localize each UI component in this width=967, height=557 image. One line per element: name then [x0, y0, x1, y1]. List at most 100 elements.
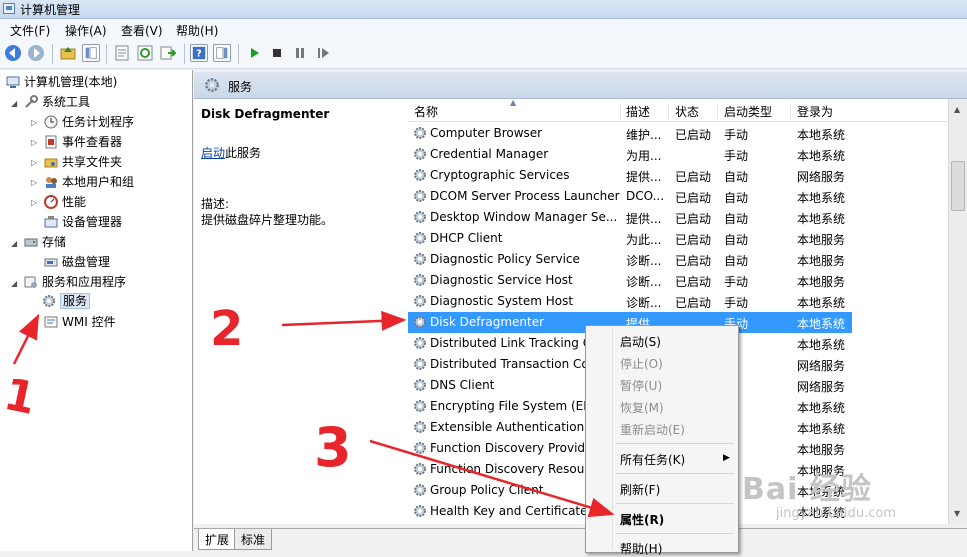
expand-arrow-icon[interactable]: ◢ [11, 279, 17, 288]
menu-view[interactable]: 查看(V) [121, 22, 163, 39]
cell-status: 已启动 [675, 296, 712, 310]
column-startup-type[interactable]: 启动类型 [724, 103, 791, 119]
table-row[interactable]: Diagnostic Policy Service 诊断... 已启动 自动 本地服务 [408, 249, 948, 270]
column-name[interactable]: 名称 [414, 103, 621, 119]
vertical-scrollbar[interactable]: ▲ ▼ [948, 99, 967, 524]
expand-arrow-icon[interactable]: ◢ [11, 239, 17, 248]
back-icon[interactable] [4, 44, 22, 62]
help-icon[interactable]: ? [190, 44, 208, 62]
table-row[interactable]: DCOM Server Process Launcher DCO... 已启动 自动 本… [408, 186, 948, 207]
collapse-arrow-icon[interactable]: ▷ [31, 138, 37, 147]
up-folder-icon[interactable] [59, 44, 77, 62]
menu-help[interactable]: 帮助(H) [176, 22, 218, 39]
collapse-arrow-icon[interactable]: ▷ [31, 158, 37, 167]
scrollbar-thumb[interactable] [951, 161, 965, 211]
tab-extended[interactable]: 扩展 [198, 529, 237, 550]
tree-item-services[interactable]: 服务 [42, 292, 91, 311]
expand-arrow-icon[interactable]: ◢ [11, 99, 17, 108]
menu-item-all-tasks[interactable]: 所有任务(K) [620, 451, 685, 468]
description-text: 提供磁盘碎片整理功能。 [201, 213, 334, 227]
menu-action[interactable]: 操作(A) [65, 22, 107, 39]
service-description-pane: Disk Defragmenter 启动此服务 描述: 提供磁盘碎片整理功能。 [194, 99, 408, 524]
tree-item-storage[interactable]: 存储 [24, 233, 66, 252]
cell-desc: 提供... [626, 170, 662, 184]
toolbar-separator [184, 44, 185, 64]
start-service-icon[interactable] [245, 44, 263, 62]
window-title: 计算机管理 [20, 3, 81, 17]
cell-status: 已启动 [675, 128, 712, 142]
tree-item-wmi-control[interactable]: WMI 控件 [44, 313, 116, 332]
export-list-icon[interactable] [159, 44, 177, 62]
tree-item-shared-folders[interactable]: 共享文件夹 [44, 153, 122, 172]
menu-item-properties[interactable]: 属性(R) [620, 511, 664, 528]
table-row[interactable]: Diagnostic Service Host 诊断... 已启动 手动 本地服务 [408, 270, 948, 291]
menu-separator [616, 443, 734, 444]
cell-logon: 本地系统 [797, 401, 846, 415]
baidu-watermark: Bai 经验 jingyan.baidu.com [742, 464, 967, 528]
table-row[interactable]: Computer Browser 维护... 已启动 手动 本地系统 [408, 123, 948, 144]
cell-logon: 本地系统 [797, 338, 846, 352]
cell-startup: 手动 [724, 275, 749, 289]
menu-file[interactable]: 文件(F) [10, 22, 50, 39]
table-row[interactable]: Desktop Window Manager Se... 提供... 已启动 自动 本地… [408, 207, 948, 228]
menu-item-stop[interactable]: 停止(O) [620, 355, 663, 372]
start-service-link[interactable]: 启动 [201, 146, 225, 160]
tree-item-performance[interactable]: 性能 [44, 193, 86, 212]
cell-status: 已启动 [675, 254, 712, 268]
menu-item-resume[interactable]: 恢复(M) [620, 399, 664, 416]
cell-desc: DCO... [626, 189, 665, 203]
tab-standard[interactable]: 标准 [234, 529, 273, 550]
table-row[interactable]: Diagnostic System Host 诊断... 已启动 手动 本地系统 [408, 291, 948, 312]
column-description[interactable]: 描述 [626, 103, 669, 119]
cell-startup: 手动 [724, 128, 749, 142]
gear-icon [414, 484, 426, 496]
menu-item-start[interactable]: 启动(S) [620, 333, 661, 350]
collapse-arrow-icon[interactable]: ▷ [31, 198, 37, 207]
start-service-line: 启动此服务 [201, 146, 262, 160]
collapse-arrow-icon[interactable]: ▷ [31, 118, 37, 127]
tree-item-event-viewer[interactable]: 事件查看器 [44, 133, 122, 152]
cell-name: DCOM Server Process Launcher [430, 189, 620, 203]
gear-icon [414, 463, 426, 475]
tree-item-system-tools[interactable]: 系统工具 [24, 93, 90, 112]
menu-item-refresh[interactable]: 刷新(F) [620, 481, 660, 498]
stop-service-icon[interactable] [268, 44, 286, 62]
properties-sheet-icon[interactable] [113, 44, 131, 62]
show-action-pane-icon[interactable] [213, 44, 231, 62]
title-bar: 计算机管理 [0, 0, 967, 19]
collapse-arrow-icon[interactable]: ▷ [31, 178, 37, 187]
refresh-icon[interactable] [136, 44, 154, 62]
cell-name: Diagnostic Policy Service [430, 252, 580, 266]
svg-text:?: ? [196, 49, 202, 60]
view-tabs: 扩展 标准 [194, 528, 967, 552]
tree-item-services-and-applications[interactable]: 服务和应用程序 [24, 273, 126, 292]
tree-item-task-scheduler[interactable]: 任务计划程序 [44, 113, 134, 132]
cell-desc: 诊断... [626, 275, 662, 289]
menu-item-help[interactable]: 帮助(H) [620, 540, 662, 557]
tree-item-root[interactable]: 计算机管理(本地) [6, 73, 117, 92]
cell-desc: 诊断... [626, 254, 662, 268]
menu-separator [616, 473, 734, 474]
tree-item-local-users[interactable]: 本地用户和组 [44, 173, 134, 192]
cell-status: 已启动 [675, 233, 712, 247]
restart-service-icon[interactable] [314, 44, 332, 62]
shared-folder-icon [44, 158, 58, 168]
table-row[interactable]: Cryptographic Services 提供... 已启动 自动 网络服务 [408, 165, 948, 186]
menu-item-restart[interactable]: 重新启动(E) [620, 421, 685, 438]
cell-startup: 自动 [724, 170, 749, 184]
cell-startup: 自动 [724, 191, 749, 205]
forward-icon[interactable] [27, 44, 45, 62]
table-row[interactable]: DHCP Client 为此... 已启动 自动 本地服务 [408, 228, 948, 249]
column-status[interactable]: 状态 [675, 103, 718, 119]
gear-icon [414, 274, 426, 286]
pause-service-icon[interactable] [291, 44, 309, 62]
scroll-up-icon[interactable]: ▲ [954, 105, 960, 114]
show-hide-tree-icon[interactable] [82, 44, 100, 62]
column-log-on-as[interactable]: 登录为 [797, 103, 857, 119]
cell-logon: 本地系统 [797, 296, 846, 310]
menu-item-pause[interactable]: 暂停(U) [620, 377, 662, 394]
cell-startup: 手动 [724, 296, 749, 310]
tree-item-disk-management[interactable]: 磁盘管理 [44, 253, 110, 272]
table-row[interactable]: Credential Manager 为用... 手动 本地系统 [408, 144, 948, 165]
tree-item-device-manager[interactable]: 设备管理器 [44, 213, 122, 232]
